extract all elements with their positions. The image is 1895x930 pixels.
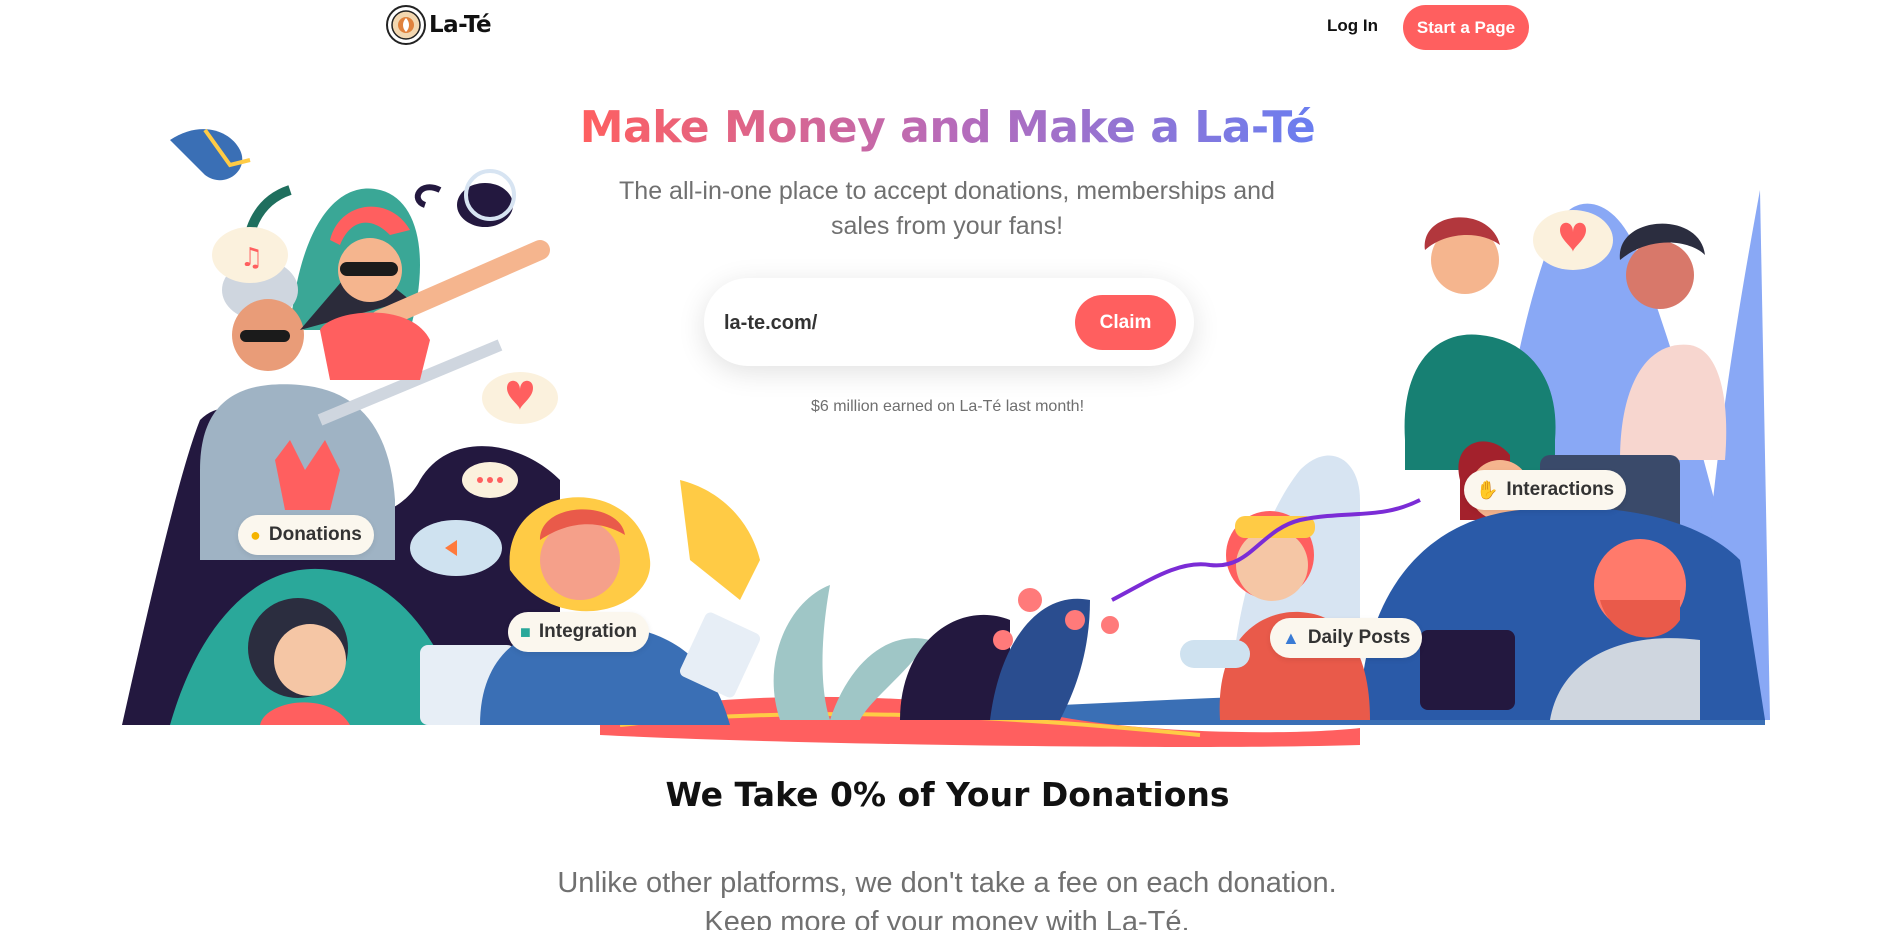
integration-tag-label: Integration (538, 621, 638, 642)
image-icon: ▲ (1282, 628, 1300, 648)
earned-note: $6 million earned on La-Té last month! (810, 398, 1085, 415)
interactions-tag-label: Interactions (1506, 479, 1615, 500)
donations-tag: ● Donations (238, 515, 374, 555)
puzzle-icon: ■ (520, 622, 531, 642)
hand-icon: ✋ (1476, 480, 1499, 500)
svg-text:♫: ♫ (240, 243, 263, 273)
coin-icon: ● (250, 525, 261, 545)
hero-title-text: Make Money and Make a La-Té (579, 102, 1316, 153)
daily-posts-tag: ▲ Daily Posts (1270, 618, 1423, 658)
donations-tag-label: Donations (268, 524, 362, 545)
claim-form: Claim (704, 278, 1194, 366)
hero-subtitle: The all-in-one place to accept donations… (619, 177, 1275, 240)
integration-tag: ■ Integration (508, 612, 650, 652)
start-page-button[interactable]: Start a Page (1403, 5, 1529, 50)
login-link[interactable]: Log In (1327, 15, 1378, 37)
page: ♫ ● Donations ■ Integration ✋ Interactio… (0, 0, 1895, 930)
interactions-tag: ✋ Interactions (1464, 470, 1627, 510)
claim-button[interactable]: Claim (1075, 295, 1176, 350)
brand-name: La-Té (429, 12, 492, 38)
coffee-cup-icon (386, 5, 426, 45)
brand-logo[interactable]: La-Té (385, 4, 492, 46)
daily-posts-tag-label: Daily Posts (1307, 627, 1411, 648)
hero-title: Make Money and Make a La-Té (0, 98, 1895, 158)
page-url-input[interactable] (722, 298, 1056, 348)
section-text: Unlike other platforms, we don't take a … (557, 867, 1337, 930)
section-title: We Take 0% of Your Donations (665, 775, 1230, 814)
